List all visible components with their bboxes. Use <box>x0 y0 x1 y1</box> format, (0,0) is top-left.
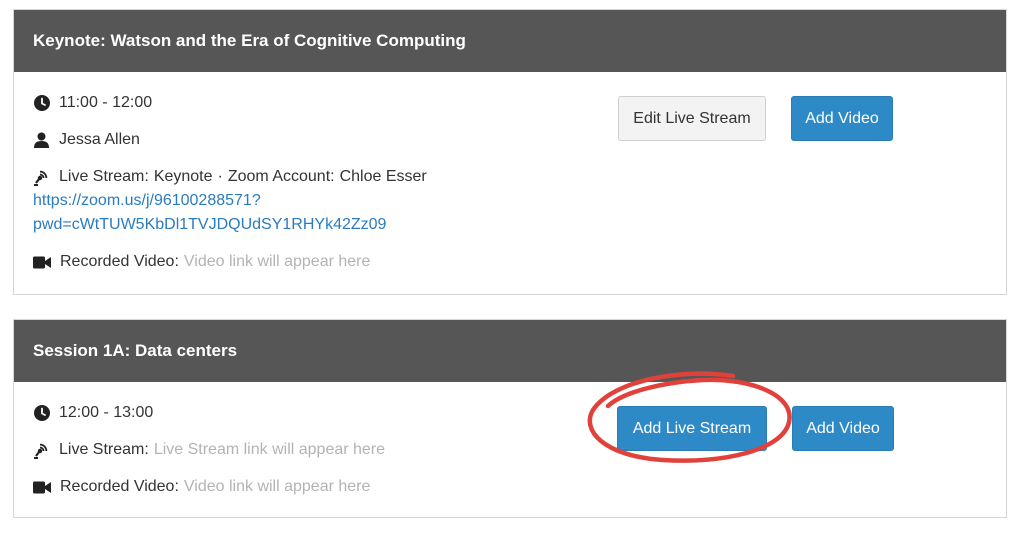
live-stream-placeholder: Live Stream link will appear here <box>153 441 386 458</box>
edit-live-stream-button[interactable]: Edit Live Stream <box>618 96 766 141</box>
session-body: 12:00 - 13:00 Live Stream: Live Stream l… <box>14 382 1006 517</box>
recorded-video-row: Recorded Video: Video link will appear h… <box>33 476 370 498</box>
recorded-video-placeholder: Video link will appear here <box>183 253 371 270</box>
session-title: Session 1A: Data centers <box>14 320 1006 382</box>
user-icon <box>33 132 50 149</box>
live-stream-name: Keynote <box>153 168 213 185</box>
broadcast-icon <box>33 169 50 186</box>
zoom-link-line1[interactable]: https://zoom.us/j/96100288571? <box>33 189 261 213</box>
recorded-video-row: Recorded Video: Video link will appear h… <box>33 251 370 273</box>
live-stream-row: Live Stream: Live Stream link will appea… <box>33 439 385 461</box>
session-time-row: 12:00 - 13:00 <box>33 402 153 424</box>
zoom-account-name: Chloe Esser <box>339 168 427 185</box>
add-video-button[interactable]: Add Video <box>792 406 894 451</box>
recorded-video-placeholder: Video link will appear here <box>183 478 371 495</box>
live-stream-label: Live Stream: <box>59 168 149 185</box>
clock-icon <box>33 95 50 112</box>
speaker-row: Jessa Allen <box>33 129 140 151</box>
speaker-name: Jessa Allen <box>59 131 140 148</box>
session-time: 12:00 - 13:00 <box>59 404 154 421</box>
add-live-stream-button[interactable]: Add Live Stream <box>617 406 767 451</box>
session-panel-keynote: Keynote: Watson and the Era of Cognitive… <box>13 9 1007 295</box>
zoom-account-label: Zoom Account: <box>227 168 335 185</box>
add-video-button[interactable]: Add Video <box>791 96 893 141</box>
separator: · <box>217 168 223 185</box>
zoom-link-line2[interactable]: pwd=cWtTUW5KbDl1TVJDQUdSY1RHYk42Zz09 <box>33 213 386 237</box>
session-time-row: 11:00 - 12:00 <box>33 92 152 114</box>
live-stream-row: Live Stream: Keynote · Zoom Account: Chl… <box>33 166 427 188</box>
recorded-video-label: Recorded Video: <box>60 478 179 495</box>
session-title: Keynote: Watson and the Era of Cognitive… <box>14 10 1006 72</box>
clock-icon <box>33 405 50 422</box>
video-camera-icon <box>33 254 51 271</box>
live-stream-label: Live Stream: <box>59 441 149 458</box>
session-body: 11:00 - 12:00 Jessa Allen Live Stream: K… <box>14 72 1006 294</box>
recorded-video-label: Recorded Video: <box>60 253 179 270</box>
video-camera-icon <box>33 479 51 496</box>
broadcast-icon <box>33 442 50 459</box>
session-time: 11:00 - 12:00 <box>59 94 153 111</box>
session-panel-1a: Session 1A: Data centers 12:00 - 13:00 L… <box>13 319 1007 518</box>
